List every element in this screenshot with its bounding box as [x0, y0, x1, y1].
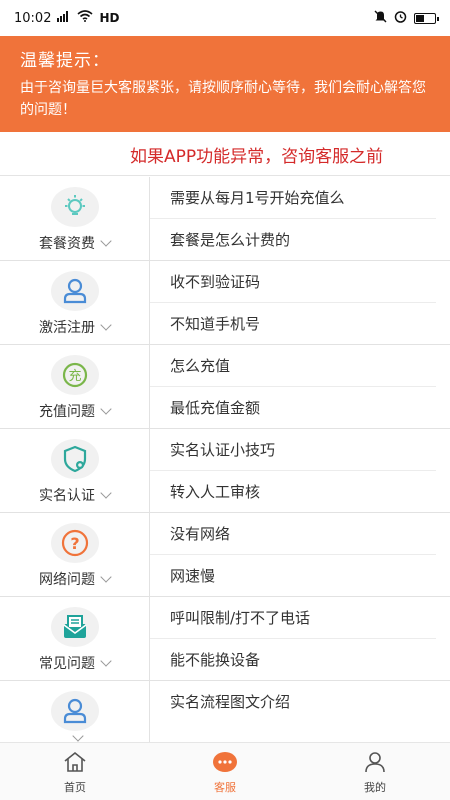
faq-question[interactable]: 实名流程图文介绍: [150, 681, 436, 723]
category-toggle[interactable]: 常见问题: [0, 597, 150, 680]
status-time: 10:02: [14, 10, 52, 26]
category-label: 套餐资费: [39, 236, 95, 252]
battery-icon: [414, 12, 439, 24]
question-list: 需要从每月1号开始充值么 套餐是怎么计费的: [150, 177, 450, 260]
faq-question[interactable]: 转入人工审核: [150, 471, 436, 513]
svg-text:?: ?: [70, 534, 79, 553]
question-list: 收不到验证码 不知道手机号: [150, 261, 450, 344]
marquee-notice: 如果APP功能异常，咨询客服之前: [0, 132, 450, 176]
category-label: 网络问题: [39, 572, 95, 588]
category-toggle[interactable]: 激活注册: [0, 261, 150, 344]
home-icon: [63, 751, 87, 776]
faq-question[interactable]: 实名认证小技巧: [150, 429, 436, 471]
category-label-row: 充值问题: [39, 401, 112, 421]
faq-category-row: 激活注册 收不到验证码 不知道手机号: [0, 261, 450, 345]
notice-banner: 温馨提示： 由于咨询量巨大客服紧张，请按顺序耐心等待，我们会耐心解答您的问题！: [0, 36, 450, 132]
question-list: 没有网络 网速慢: [150, 513, 450, 596]
category-label: 实名认证: [39, 488, 95, 504]
faq-question[interactable]: 怎么充值: [150, 345, 436, 387]
question-list: 实名认证小技巧 转入人工审核: [150, 429, 450, 512]
faq-question[interactable]: 不知道手机号: [150, 303, 436, 345]
nav-home[interactable]: 首页: [0, 743, 150, 800]
category-toggle[interactable]: 套餐资费: [0, 177, 150, 260]
notice-body: 由于咨询量巨大客服紧张，请按顺序耐心等待，我们会耐心解答您的问题！: [20, 80, 426, 118]
category-toggle[interactable]: 实名认证: [0, 429, 150, 512]
question-list: 呼叫限制/打不了电话 能不能换设备: [150, 597, 450, 680]
wifi-icon: [77, 10, 93, 26]
faq-category-row: ? 网络问题 没有网络 网速慢: [0, 513, 450, 597]
svg-text:充: 充: [68, 368, 81, 384]
shield-icon: [50, 439, 99, 479]
question-icon: ?: [50, 523, 99, 563]
profile-icon: [363, 751, 387, 776]
chevron-down-icon: [100, 486, 112, 499]
faq-category-row: 实名流程图文介绍: [0, 681, 450, 742]
notice-title: 温馨提示：: [20, 51, 110, 71]
alarm-icon: [394, 10, 407, 27]
chevron-down-icon: [100, 654, 112, 667]
category-label: 常见问题: [39, 656, 95, 672]
sim-icon: [57, 10, 71, 26]
faq-question[interactable]: 网速慢: [150, 555, 436, 597]
category-label-row: 实名认证: [39, 485, 112, 505]
network-type: HD: [99, 11, 120, 25]
category-toggle[interactable]: [0, 681, 150, 742]
category-label: 激活注册: [39, 320, 95, 336]
faq-question[interactable]: 收不到验证码: [150, 261, 436, 303]
chevron-down-icon: [100, 318, 112, 331]
lightbulb-icon: [50, 187, 99, 227]
faq-list: 套餐资费 需要从每月1号开始充值么 套餐是怎么计费的激活注册 收不到验证码 不知道手机号…: [0, 177, 450, 742]
faq-category-row: 充充值问题 怎么充值 最低充值金额: [0, 345, 450, 429]
faq-question[interactable]: 需要从每月1号开始充值么: [150, 177, 436, 219]
faq-question[interactable]: 没有网络: [150, 513, 436, 555]
recharge-icon: 充: [50, 355, 99, 395]
faq-question[interactable]: 呼叫限制/打不了电话: [150, 597, 436, 639]
chevron-down-icon: [72, 730, 84, 742]
category-label-row: 网络问题: [39, 569, 112, 589]
category-label: 充值问题: [39, 404, 95, 420]
question-list: 怎么充值 最低充值金额: [150, 345, 450, 428]
mail-icon: [50, 607, 99, 647]
status-bar: 10:02 HD: [0, 0, 450, 36]
chevron-down-icon: [100, 234, 112, 247]
nav-profile-label: 我的: [364, 781, 386, 794]
category-label-row: [67, 730, 84, 742]
category-label-row: 激活注册: [39, 317, 112, 337]
nav-profile[interactable]: 我的: [300, 743, 450, 800]
nav-service[interactable]: 客服: [150, 743, 300, 800]
faq-question[interactable]: 能不能换设备: [150, 639, 436, 681]
user-icon: [50, 691, 99, 731]
faq-question[interactable]: 套餐是怎么计费的: [150, 219, 436, 261]
bottom-nav: 首页 客服 我的: [0, 742, 450, 800]
faq-category-row: 常见问题 呼叫限制/打不了电话 能不能换设备: [0, 597, 450, 681]
category-label-row: 套餐资费: [39, 233, 112, 253]
category-label-row: 常见问题: [39, 653, 112, 673]
nav-service-label: 客服: [214, 781, 236, 794]
battery-level: [416, 14, 424, 22]
nav-home-label: 首页: [64, 781, 86, 794]
category-toggle[interactable]: ? 网络问题: [0, 513, 150, 596]
chevron-down-icon: [100, 402, 112, 415]
mute-icon: [374, 10, 387, 27]
category-toggle[interactable]: 充充值问题: [0, 345, 150, 428]
chevron-down-icon: [100, 570, 112, 583]
chat-icon: [212, 751, 238, 776]
question-list: 实名流程图文介绍: [150, 681, 450, 742]
marquee-text: 如果APP功能异常，咨询客服之前: [130, 147, 384, 167]
user-icon: [50, 271, 99, 311]
faq-question[interactable]: 最低充值金额: [150, 387, 436, 429]
faq-category-row: 套餐资费 需要从每月1号开始充值么 套餐是怎么计费的: [0, 177, 450, 261]
faq-category-row: 实名认证 实名认证小技巧 转入人工审核: [0, 429, 450, 513]
